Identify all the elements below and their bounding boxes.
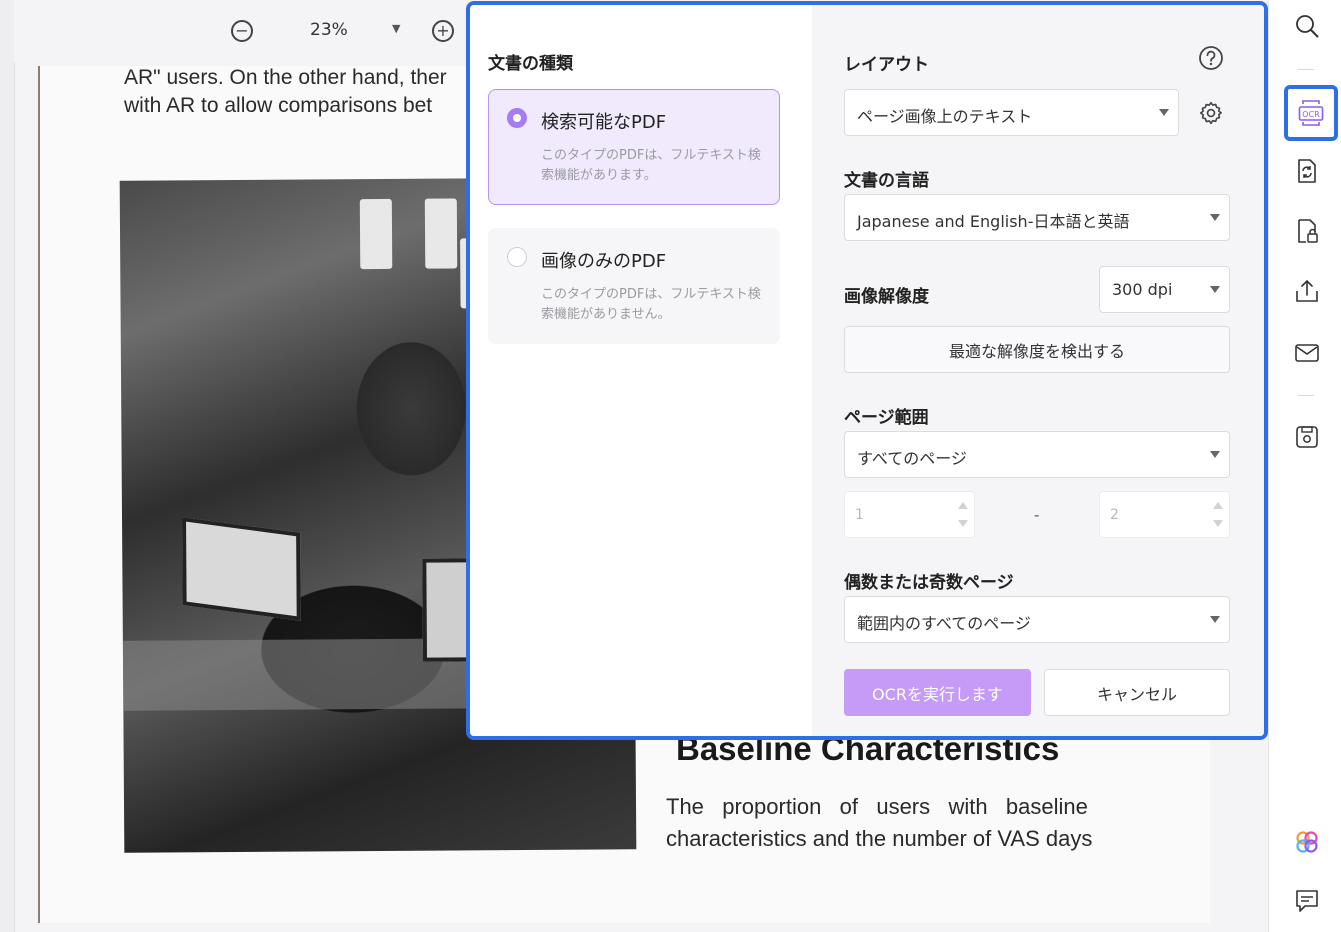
zoom-in-button[interactable]: +: [432, 20, 454, 42]
caret-down-icon: [1210, 286, 1220, 293]
ocr-icon: OCR: [1298, 100, 1324, 126]
stepper-up-icon[interactable]: [958, 502, 968, 509]
stepper-down-icon[interactable]: [1213, 520, 1223, 527]
resolution-value: 300 dpi: [1112, 280, 1173, 299]
cancel-button[interactable]: キャンセル: [1044, 669, 1230, 716]
page-text-line: characteristics and the number of VAS da…: [666, 826, 1093, 851]
doc-type-label: 文書の種類: [488, 54, 573, 74]
layout-select[interactable]: ページ画像上のテキスト: [844, 89, 1179, 136]
layout-value: ページ画像上のテキスト: [857, 107, 1033, 126]
ai-assistant-icon[interactable]: [1294, 829, 1320, 855]
range-from-input[interactable]: 1: [844, 491, 975, 538]
caret-down-icon: [1159, 109, 1169, 116]
option-image-only-pdf[interactable]: 画像のみのPDF このタイプのPDFは、フルテキスト検索機能がありません。: [488, 228, 780, 344]
zoom-level[interactable]: 23%: [310, 20, 348, 40]
resolution-select[interactable]: 300 dpi: [1099, 266, 1230, 313]
language-select[interactable]: Japanese and English-日本語と英語: [844, 194, 1230, 241]
page-text-line: AR" users. On the other hand, ther: [124, 66, 447, 89]
email-icon[interactable]: [1294, 340, 1320, 366]
sidebar-divider: [1298, 69, 1314, 70]
stepper-up-icon[interactable]: [1213, 502, 1223, 509]
protect-icon[interactable]: [1294, 218, 1320, 244]
svg-text:OCR: OCR: [1302, 110, 1320, 119]
resolution-label: 画像解像度: [844, 287, 929, 307]
language-value: Japanese and English-日本語と英語: [857, 212, 1130, 231]
ocr-dialog: 文書の種類 検索可能なPDF このタイプのPDFは、フルテキスト検索機能がありま…: [466, 1, 1268, 740]
page-text-line: The proportion of users with baseline: [666, 794, 1088, 819]
gear-icon[interactable]: [1198, 100, 1224, 126]
option-title: 検索可能なPDF: [541, 112, 667, 133]
page-range-value: すべてのページ: [857, 449, 967, 468]
doc-type-panel: 文書の種類 検索可能なPDF このタイプのPDFは、フルテキスト検索機能がありま…: [470, 5, 812, 736]
option-searchable-pdf[interactable]: 検索可能なPDF このタイプのPDFは、フルテキスト検索機能があります。: [488, 89, 780, 205]
page-range-select[interactable]: すべてのページ: [844, 431, 1230, 478]
odd-even-value: 範囲内のすべてのページ: [857, 614, 1031, 633]
caret-down-icon: [1210, 616, 1220, 623]
convert-icon[interactable]: [1294, 158, 1320, 184]
option-description: このタイプのPDFは、フルテキスト検索機能があります。: [541, 148, 761, 183]
zoom-toolbar: − 23% ▼ +: [14, 0, 468, 62]
caret-down-icon: [1210, 451, 1220, 458]
search-icon[interactable]: [1294, 13, 1320, 39]
radio-selected-icon[interactable]: [507, 108, 527, 128]
radio-unselected-icon[interactable]: [507, 247, 527, 267]
odd-even-select[interactable]: 範囲内のすべてのページ: [844, 596, 1230, 643]
ocr-tool-button[interactable]: OCR: [1284, 85, 1338, 141]
zoom-out-button[interactable]: −: [231, 20, 253, 42]
range-to-input[interactable]: 2: [1099, 491, 1230, 538]
odd-even-label: 偶数または奇数ページ: [844, 573, 1014, 593]
option-description: このタイプのPDFは、フルテキスト検索機能がありません。: [541, 287, 761, 322]
left-panel-strip: [0, 0, 15, 932]
plus-icon: +: [436, 21, 450, 40]
comment-icon[interactable]: [1294, 888, 1320, 914]
layout-label: レイアウト: [844, 55, 929, 75]
range-dash: -: [1034, 506, 1040, 524]
save-icon[interactable]: [1294, 424, 1320, 450]
page-range-label: ページ範囲: [844, 408, 929, 428]
language-label: 文書の言語: [844, 171, 929, 191]
run-ocr-button[interactable]: OCRを実行します: [844, 669, 1031, 716]
stepper-down-icon[interactable]: [958, 520, 968, 527]
detect-resolution-button[interactable]: 最適な解像度を検出する: [844, 326, 1230, 373]
page-text-line: with AR to allow comparisons bet: [124, 94, 433, 117]
settings-panel: レイアウト ページ画像上のテキスト 文書の言語 Japanese and Eng…: [812, 5, 1264, 736]
share-icon[interactable]: [1294, 278, 1320, 304]
range-to-value: 2: [1110, 507, 1119, 523]
help-icon[interactable]: [1198, 45, 1224, 71]
caret-down-icon: [1210, 214, 1220, 221]
minus-icon: −: [235, 21, 249, 40]
sidebar-divider: [1298, 395, 1314, 396]
range-from-value: 1: [855, 507, 864, 523]
zoom-dropdown-caret-icon[interactable]: ▼: [392, 22, 400, 35]
option-title: 画像のみのPDF: [541, 251, 667, 272]
